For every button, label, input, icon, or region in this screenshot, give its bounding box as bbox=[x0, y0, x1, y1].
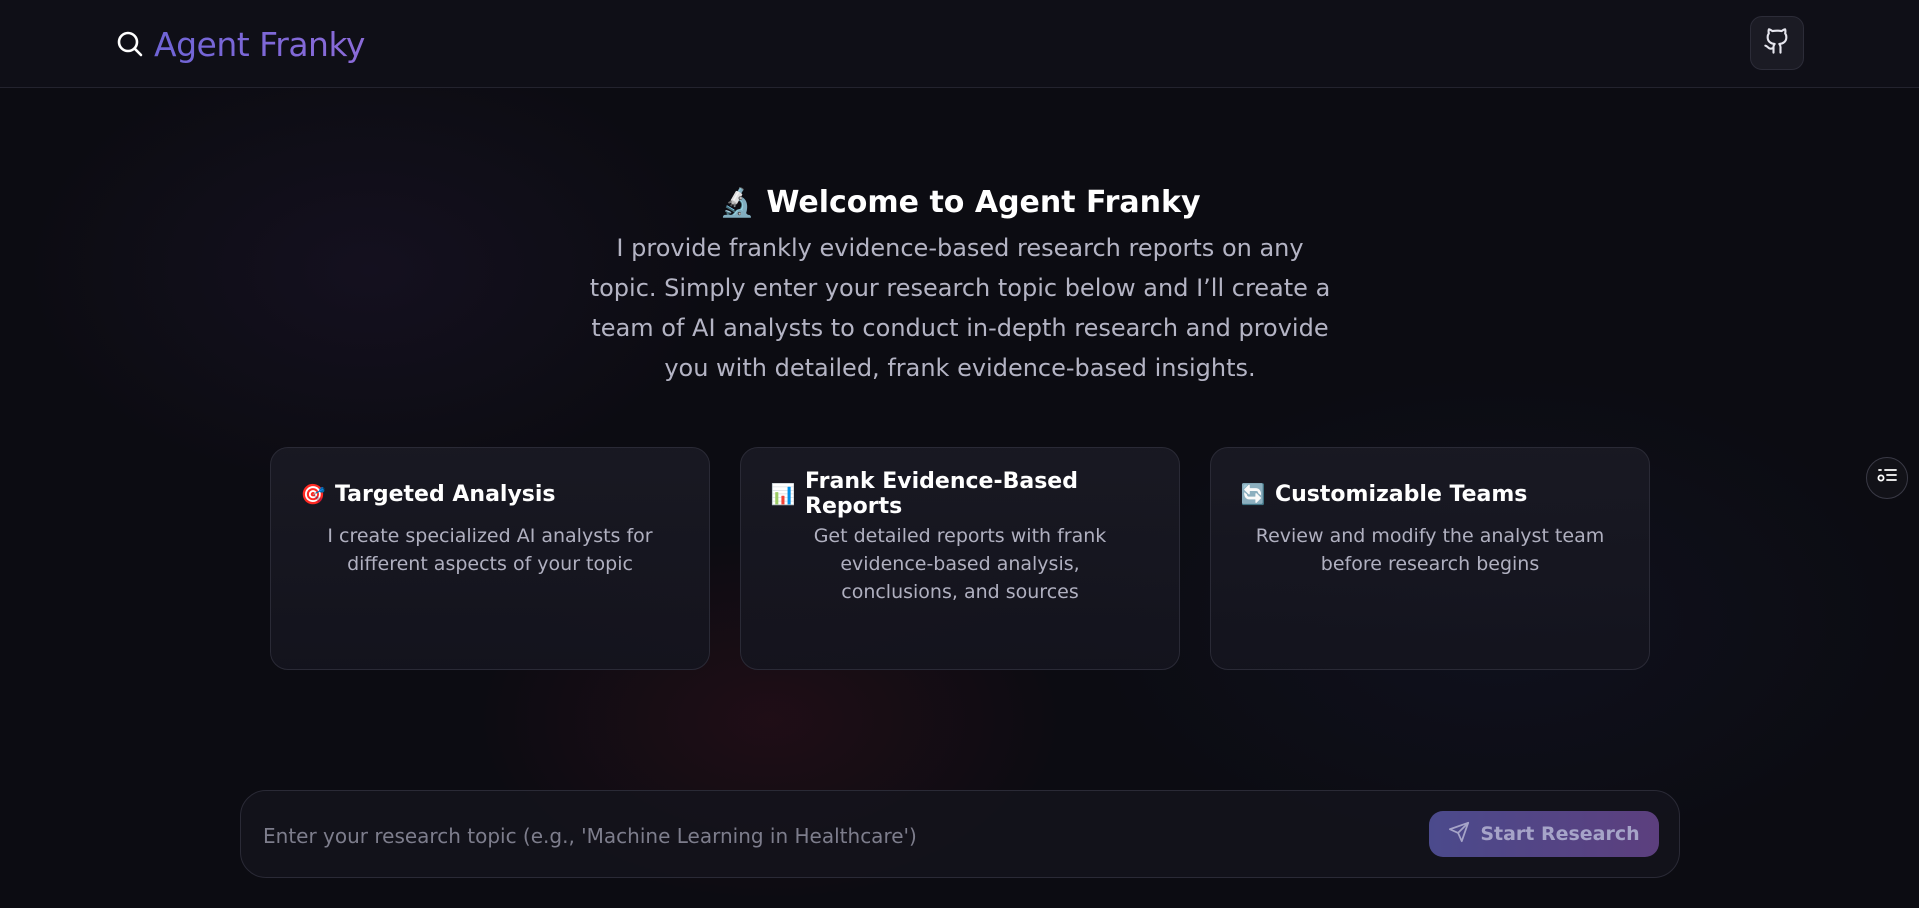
app-header: Agent Franky bbox=[0, 0, 1919, 88]
target-icon: 🎯 bbox=[300, 482, 326, 506]
brand[interactable]: Agent Franky bbox=[116, 20, 365, 68]
feature-card-title-text: Targeted Analysis bbox=[335, 481, 556, 507]
start-research-label: Start Research bbox=[1480, 823, 1640, 845]
feature-card-customizable-teams: 🔄 Customizable Teams Review and modify t… bbox=[1210, 447, 1650, 670]
feature-card-title: 🎯 Targeted Analysis bbox=[301, 480, 679, 508]
research-topic-bar: Start Research bbox=[240, 790, 1680, 878]
bar-chart-icon: 📊 bbox=[770, 482, 796, 506]
feature-card-targeted-analysis: 🎯 Targeted Analysis I create specialized… bbox=[270, 447, 710, 670]
github-button[interactable] bbox=[1750, 16, 1804, 70]
feature-card-title: 📊 Frank Evidence-Based Reports bbox=[770, 469, 1149, 519]
feature-card-frank-reports: 📊 Frank Evidence-Based Reports Get detai… bbox=[740, 447, 1180, 670]
welcome-section: 🔬 Welcome to Agent Franky I provide fran… bbox=[560, 180, 1360, 388]
feature-card-title-text: Frank Evidence-Based Reports bbox=[805, 469, 1078, 519]
feature-card-title-text: Customizable Teams bbox=[1275, 481, 1528, 507]
feature-card-title: 🔄 Customizable Teams bbox=[1241, 480, 1619, 508]
list-settings-icon bbox=[1875, 464, 1899, 492]
feature-card-description: Get detailed reports with frank evidence… bbox=[813, 525, 1107, 603]
start-research-button[interactable]: Start Research bbox=[1429, 811, 1659, 857]
feature-card-description: I create specialized AI analysts for dif… bbox=[327, 525, 653, 575]
search-icon bbox=[116, 30, 144, 58]
welcome-description: I provide frankly evidence-based researc… bbox=[589, 234, 1331, 382]
side-panel-toggle-button[interactable] bbox=[1866, 457, 1908, 499]
microscope-icon: 🔬 bbox=[719, 186, 755, 219]
feature-card-description: Review and modify the analyst team befor… bbox=[1255, 525, 1605, 575]
refresh-icon: 🔄 bbox=[1240, 482, 1266, 506]
send-icon bbox=[1448, 821, 1470, 848]
welcome-title-text: Welcome to Agent Franky bbox=[766, 185, 1201, 220]
welcome-title: 🔬 Welcome to Agent Franky bbox=[560, 180, 1360, 226]
app-title: Agent Franky bbox=[154, 24, 365, 64]
research-topic-input[interactable] bbox=[261, 811, 1415, 861]
github-icon bbox=[1763, 27, 1791, 59]
